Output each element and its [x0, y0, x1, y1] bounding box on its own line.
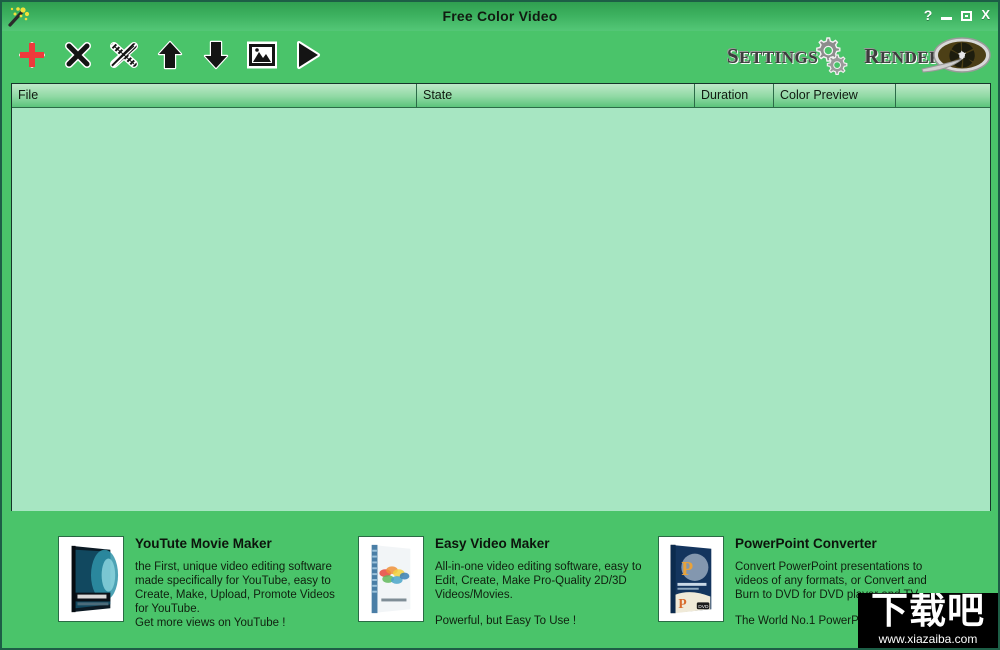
settings-button[interactable]: SETTINGS — [727, 35, 850, 77]
maximize-button[interactable] — [961, 10, 973, 21]
arrow-up-icon — [157, 40, 183, 70]
play-icon — [297, 41, 320, 69]
watermark-url: www.xiazaiba.com — [878, 632, 978, 646]
settings-label: SETTINGS — [727, 43, 819, 68]
window-controls: ? X — [924, 8, 990, 23]
watermark-overlay: 下载吧 www.xiazaiba.com — [858, 593, 998, 648]
promo-area: YouTute Movie Maker the First, unique vi… — [2, 514, 998, 648]
column-header-state[interactable]: State — [417, 84, 695, 107]
plus-icon — [19, 42, 45, 68]
watermark-text: 下载吧 — [871, 593, 985, 632]
play-button[interactable] — [288, 33, 328, 77]
ad-text-easy-video: Easy Video Maker All-in-one video editin… — [435, 536, 641, 628]
boxart-powerpoint-converter-thumb: P P DVD — [658, 536, 724, 622]
application-window: Free Color Video ? X SETTINGS RENDER Fil… — [0, 0, 1000, 650]
file-list-header: File State Duration Color Preview — [12, 84, 990, 108]
column-header-file[interactable]: File — [12, 84, 417, 107]
ad-title[interactable]: PowerPoint Converter — [735, 536, 931, 551]
ad-footer: Powerful, but Easy To Use ! — [435, 615, 577, 627]
boxart-youtube-movie-maker-thumb — [58, 536, 124, 622]
ad-youtube-movie-maker[interactable]: YouTute Movie Maker the First, unique vi… — [58, 536, 348, 630]
toolbar-right-buttons: SETTINGS RENDER — [727, 35, 992, 77]
boxart-easy-video-maker-thumb — [358, 536, 424, 622]
ad-title[interactable]: YouTute Movie Maker — [135, 536, 335, 551]
image-icon — [247, 41, 277, 69]
ad-description: the First, unique video editing software… — [135, 561, 335, 629]
toolbar-left-buttons — [12, 33, 328, 77]
remove-all-button[interactable] — [104, 33, 144, 77]
close-button[interactable]: X — [981, 8, 990, 22]
toolbar: SETTINGS RENDER — [2, 31, 998, 82]
ad-title[interactable]: Easy Video Maker — [435, 536, 641, 551]
render-button[interactable]: RENDER — [864, 35, 992, 77]
move-up-button[interactable] — [150, 33, 190, 77]
svg-text:DVD: DVD — [698, 604, 709, 610]
ad-text-youtube: YouTute Movie Maker the First, unique vi… — [135, 536, 335, 630]
column-header-extra[interactable] — [896, 84, 990, 107]
arrow-down-icon — [203, 40, 229, 70]
column-header-color-preview[interactable]: Color Preview — [774, 84, 896, 107]
column-header-duration[interactable]: Duration — [695, 84, 774, 107]
title-bar: Free Color Video ? X — [2, 2, 998, 32]
ad-description: All-in-one video editing software, easy … — [435, 561, 642, 601]
move-down-button[interactable] — [196, 33, 236, 77]
add-file-button[interactable] — [12, 33, 52, 77]
minimize-button[interactable] — [941, 10, 953, 20]
ad-easy-video-maker[interactable]: Easy Video Maker All-in-one video editin… — [358, 536, 648, 628]
svg-text:P: P — [678, 596, 686, 611]
window-title: Free Color Video — [442, 8, 558, 24]
x-icon — [65, 42, 91, 68]
remove-file-button[interactable] — [58, 33, 98, 77]
film-reel-icon — [921, 37, 991, 73]
svg-text:P: P — [681, 559, 693, 580]
file-list-body[interactable] — [12, 108, 990, 511]
double-x-icon — [110, 42, 138, 68]
file-list-panel[interactable]: File State Duration Color Preview — [11, 83, 991, 511]
help-button[interactable]: ? — [924, 8, 933, 22]
gear-icon — [816, 37, 848, 75]
preview-image-button[interactable] — [242, 33, 282, 77]
